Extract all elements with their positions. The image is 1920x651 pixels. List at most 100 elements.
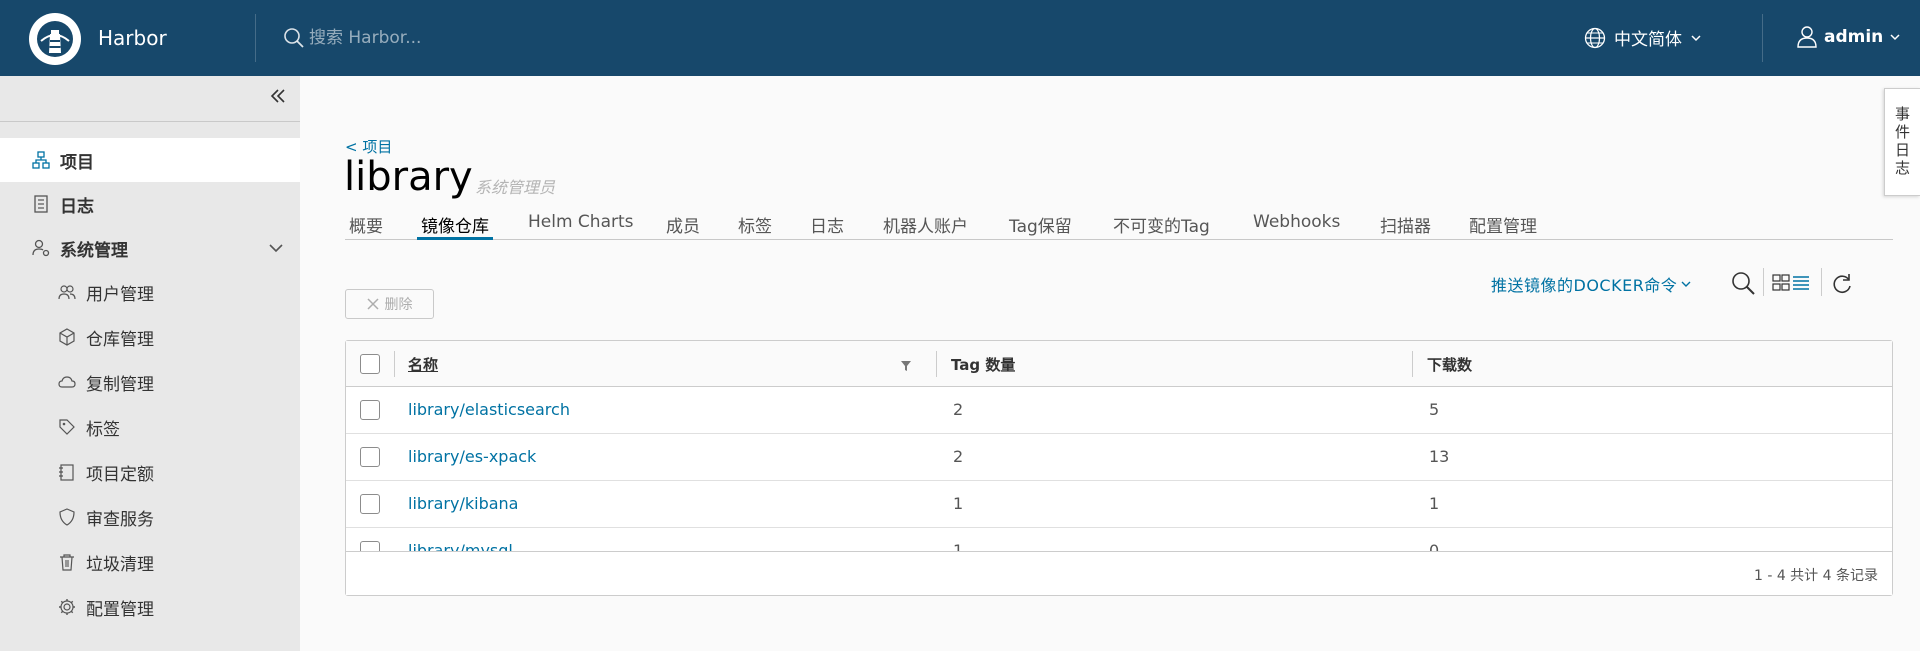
sidebar-item-label: 垃圾清理 [86,554,154,575]
search-icon [284,28,304,48]
user-icon [1797,26,1817,48]
project-tabs: 概要 镜像仓库 Helm Charts 成员 标签 日志 机器人账户 Tag保留… [345,202,1893,240]
sidebar-item-configuration[interactable]: 配置管理 [0,585,300,629]
repository-name-link[interactable]: library/elasticsearch [408,400,570,419]
row-checkbox[interactable] [360,400,380,420]
globe-icon [1584,27,1606,48]
cube-icon [58,328,76,346]
sidebar-item-label: 项目定额 [86,464,154,485]
refresh-icon[interactable] [1830,272,1854,296]
header-divider [1762,14,1763,62]
cloud-sync-icon [58,373,76,391]
search-input[interactable] [309,24,709,52]
pull-count: 1 [1429,494,1440,513]
sidebar-item-interrogation-services[interactable]: 审查服务 [0,495,300,539]
toolbar-divider [1821,268,1822,296]
tab-members[interactable]: 成员 [662,202,704,240]
tab-scanner[interactable]: 扫描器 [1376,202,1435,240]
sidebar-item-replications[interactable]: 复制管理 [0,360,300,404]
repository-name-link[interactable]: library/kibana [408,494,518,513]
repository-name-link[interactable]: library/es-xpack [408,447,536,466]
tab-helm-charts[interactable]: Helm Charts [524,202,638,240]
tab-webhooks[interactable]: Webhooks [1249,202,1344,240]
sidebar-item-project-quotas[interactable]: 项目定额 [0,450,300,494]
header-divider [255,14,256,62]
sidebar-item-garbage-collection[interactable]: 垃圾清理 [0,540,300,584]
collapse-sidebar-icon[interactable] [268,86,288,106]
sidebar-item-label: 标签 [86,419,120,440]
tab-summary[interactable]: 概要 [345,202,387,240]
tag-count: 2 [953,447,964,466]
view-toggle-icon[interactable] [1772,273,1810,293]
gear-icon [58,598,76,616]
delete-button[interactable]: 删除 [345,289,434,319]
role-label: 系统管理员 [475,178,556,197]
sidebar-item-labels[interactable]: 标签 [0,405,300,449]
push-command-label: 推送镜像的DOCKER命令 [1491,276,1678,295]
push-command-dropdown[interactable]: 推送镜像的DOCKER命令 [1491,272,1691,296]
event-log-tab[interactable]: 事件日志 [1884,88,1920,196]
tab-logs[interactable]: 日志 [806,202,848,240]
sidebar-item-label: 用户管理 [86,284,154,305]
harbor-logo[interactable] [29,13,81,65]
main-content: < 项目 library 系统管理员 概要 镜像仓库 Helm Charts 成… [300,76,1920,651]
sidebar-item-user-management[interactable]: 用户管理 [0,270,300,314]
tab-repositories[interactable]: 镜像仓库 [417,202,493,240]
row-checkbox[interactable] [360,494,380,514]
sidebar-item-logs[interactable]: 日志 [0,182,300,226]
top-header: Harbor 中文简体 admin [0,0,1920,76]
tab-tag-retention[interactable]: Tag保留 [1005,202,1076,240]
projects-icon [32,151,50,169]
tab-labels[interactable]: 标签 [734,202,776,240]
column-divider [936,351,937,377]
tag-count: 1 [953,494,964,513]
sidebar-item-registries[interactable]: 仓库管理 [0,315,300,359]
tag-icon [58,418,76,436]
chevron-down-icon [1681,281,1691,287]
shield-icon [58,508,76,526]
sidebar-item-label: 审查服务 [86,509,154,530]
sidebar-item-label: 复制管理 [86,374,154,395]
column-header-tag-count[interactable]: Tag 数量 [951,354,1015,375]
user-settings-icon [32,239,50,257]
sidebar-item-system-admin[interactable]: 系统管理 [0,226,300,270]
toolbar-divider [1763,268,1764,296]
brand-name: Harbor [98,26,167,50]
column-header-pulls[interactable]: 下载数 [1427,354,1472,375]
sidebar-item-label: 系统管理 [60,240,128,261]
page-title: library [344,154,473,200]
chevron-down-icon [269,244,283,253]
select-all-checkbox[interactable] [360,354,380,374]
pull-count: 5 [1429,400,1440,419]
column-divider [394,351,395,377]
table-header: 名称 Tag 数量 下载数 [346,341,1892,387]
column-divider [1412,351,1413,377]
close-icon [366,298,379,310]
sidebar-item-label: 配置管理 [86,599,154,620]
tab-configuration[interactable]: 配置管理 [1465,202,1541,240]
event-log-label: 事件日志 [1893,106,1911,178]
sidebar: 项目 日志 系统管理 用户管理 仓库管理 复制管理 标签 项目定额 审查服务 垃… [0,76,300,651]
sidebar-item-projects[interactable]: 项目 [0,138,300,182]
row-checkbox[interactable] [360,447,380,467]
table-footer: 1 - 4 共计 4 条记录 [346,551,1892,595]
sidebar-item-label: 仓库管理 [86,329,154,350]
pagination-summary: 1 - 4 共计 4 条记录 [1753,568,1878,584]
tab-robot-accounts[interactable]: 机器人账户 [879,202,972,240]
pull-count: 13 [1429,447,1450,466]
filter-icon[interactable] [900,360,912,372]
language-selector[interactable]: 中文简体 [1584,25,1702,50]
user-menu[interactable]: admin [1796,25,1901,49]
tag-count: 2 [953,400,964,419]
column-header-name[interactable]: 名称 [408,354,438,375]
log-icon [32,195,50,213]
search-icon[interactable] [1730,270,1756,296]
sidebar-divider [0,121,300,122]
table-row: library/es-xpack 2 13 [346,434,1892,481]
repository-table: 名称 Tag 数量 下载数 library/elasticsearch 2 5 … [345,340,1893,596]
chevron-down-icon [1890,34,1900,41]
tab-immutable-tag[interactable]: 不可变的Tag [1109,202,1214,240]
delete-button-label: 删除 [384,297,413,313]
sidebar-item-label: 日志 [60,196,94,217]
table-row: library/kibana 1 1 [346,481,1892,528]
